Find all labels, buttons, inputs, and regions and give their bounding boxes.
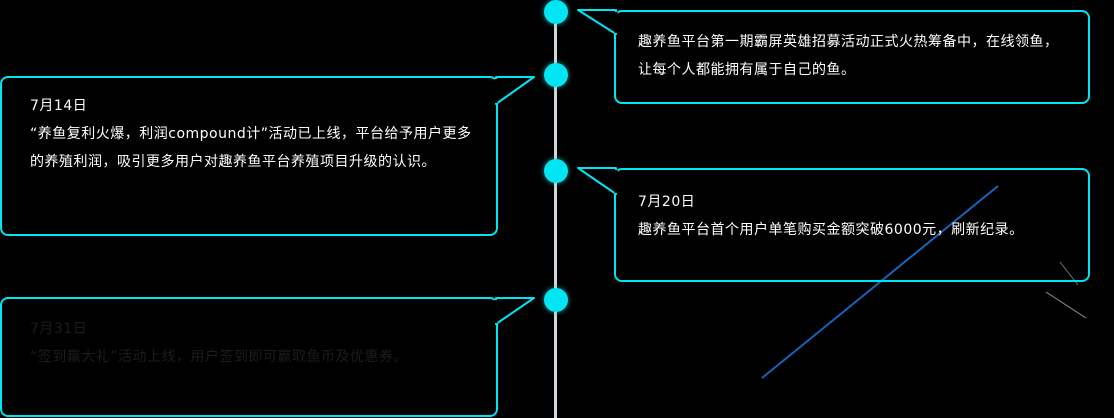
timeline-node [544, 159, 568, 183]
timeline-node [544, 63, 568, 87]
event-text: “签到赢大礼”活动上线，用户签到即可赢取鱼币及优惠券。 [30, 349, 409, 365]
event-text: 趣养鱼平台第一期霸屏英雄招募活动正式火热筹备中，在线领鱼，让每个人都能拥有属于自… [638, 34, 1059, 78]
event-text: 趣养鱼平台首个用户单笔购买金额突破6000元，刷新纪录。 [638, 222, 1024, 238]
timeline-diagram: 趣养鱼平台第一期霸屏英雄招募活动正式火热筹备中，在线领鱼，让每个人都能拥有属于自… [0, 0, 1114, 418]
event-card-1: 趣养鱼平台第一期霸屏英雄招募活动正式火热筹备中，在线领鱼，让每个人都能拥有属于自… [614, 10, 1090, 104]
diagonal-stroke-small [1045, 291, 1087, 319]
event-card-3: 7月20日 趣养鱼平台首个用户单笔购买金额突破6000元，刷新纪录。 [614, 168, 1090, 282]
event-date: 7月20日 [638, 194, 696, 210]
timeline-node [544, 0, 568, 24]
event-card-4: 7月31日 “签到赢大礼”活动上线，用户签到即可赢取鱼币及优惠券。 [0, 297, 498, 417]
timeline-node [544, 288, 568, 312]
event-date: 7月14日 [30, 98, 88, 114]
event-card-2: 7月14日 “养鱼复利火爆，利润compound计”活动已上线，平台给予用户更多… [0, 76, 498, 236]
event-date: 7月31日 [30, 321, 88, 337]
event-text: “养鱼复利火爆，利润compound计”活动已上线，平台给予用户更多的养殖利润，… [30, 126, 472, 170]
